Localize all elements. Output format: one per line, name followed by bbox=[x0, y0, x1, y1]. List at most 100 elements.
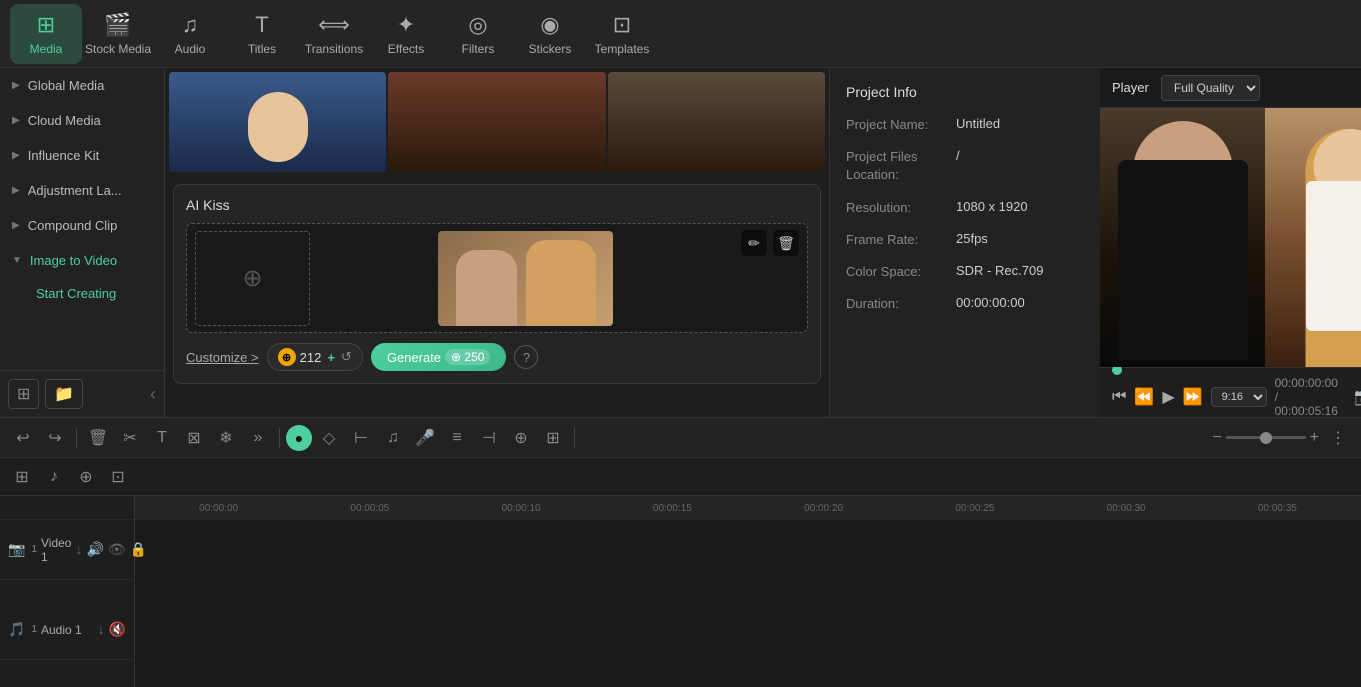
credit-icon: ⊕ bbox=[278, 348, 296, 366]
resolution-label: Resolution: bbox=[846, 199, 956, 217]
zoom-slider[interactable] bbox=[1226, 436, 1306, 439]
more-button[interactable]: » bbox=[243, 423, 273, 453]
ruler-mark-6: 00:00:30 bbox=[1051, 503, 1202, 514]
sidebar-item-compound-clip[interactable]: ▶ Compound Clip bbox=[0, 208, 164, 243]
sidebar-compound-label: Compound Clip bbox=[28, 218, 118, 233]
paste-button[interactable]: ⊞ bbox=[538, 423, 568, 453]
zoom-in-button[interactable]: + bbox=[1310, 429, 1319, 447]
sidebar-item-image-to-video[interactable]: ▼ Image to Video bbox=[0, 243, 164, 278]
redo-button[interactable]: ↪ bbox=[40, 423, 70, 453]
snap-button[interactable]: ● bbox=[286, 425, 312, 451]
edit-button[interactable]: ✏ bbox=[741, 230, 767, 256]
quality-select[interactable]: Full Quality bbox=[1161, 75, 1260, 101]
text-button[interactable]: T bbox=[147, 423, 177, 453]
audio-import-icon[interactable]: ↓ bbox=[98, 621, 105, 638]
frame-back-button[interactable]: ⏪ bbox=[1134, 387, 1154, 407]
delete-button[interactable]: 🗑 bbox=[773, 230, 799, 256]
media-content: AI Kiss ⊕ ✏ 🗑 Customize > ⊕ bbox=[165, 68, 830, 417]
delete-button[interactable]: 🗑 bbox=[83, 423, 113, 453]
ai-source-slot-1[interactable]: ⊕ bbox=[195, 231, 310, 326]
skip-back-button[interactable]: ⏮ bbox=[1112, 388, 1126, 406]
add-video-track-button[interactable]: ⊞ bbox=[8, 463, 36, 491]
sidebar-bottom: ⊞ 📁 ‹ bbox=[0, 370, 164, 417]
toolbar-audio[interactable]: ♫ Audio bbox=[154, 4, 226, 64]
sidebar-item-influence-kit[interactable]: ▶ Influence Kit bbox=[0, 138, 164, 173]
arrow-icon: ▶ bbox=[12, 80, 20, 91]
time-display: 00:00:00:00 / 00:00:05:16 bbox=[1275, 376, 1338, 418]
toolbar-titles[interactable]: T Titles bbox=[226, 4, 298, 64]
import-file-button[interactable]: ⊞ bbox=[8, 379, 39, 409]
toolbar-stock-media[interactable]: 🎬 Stock Media bbox=[82, 4, 154, 64]
import-folder-button[interactable]: 📁 bbox=[45, 379, 83, 409]
toolbar-templates[interactable]: ⊡ Templates bbox=[586, 4, 658, 64]
track-mute-icon[interactable]: 🔊 bbox=[86, 541, 103, 558]
ruler-mark-5: 00:00:25 bbox=[899, 503, 1050, 514]
filters-icon: ◎ bbox=[468, 12, 487, 38]
media-thumb-2[interactable] bbox=[388, 72, 605, 172]
project-info-panel: Project Info Project Name: Untitled Proj… bbox=[830, 68, 1100, 417]
camera-icon: 📷 bbox=[8, 541, 25, 558]
undo-button[interactable]: ↩ bbox=[8, 423, 38, 453]
ruler-mark-4: 00:00:20 bbox=[748, 503, 899, 514]
toolbar-media[interactable]: ⊞ Media bbox=[10, 4, 82, 64]
split-audio-button[interactable]: ⊣ bbox=[474, 423, 504, 453]
sidebar-item-adjustment[interactable]: ▶ Adjustment La... bbox=[0, 173, 164, 208]
play-button[interactable]: ▶ bbox=[1162, 387, 1174, 407]
arrow-icon: ▶ bbox=[12, 220, 20, 231]
crop-button[interactable]: ⊠ bbox=[179, 423, 209, 453]
zoom-more-button[interactable]: ⋮ bbox=[1323, 423, 1353, 453]
help-button[interactable]: ? bbox=[514, 345, 538, 369]
resolution-row: Resolution: 1080 x 1920 bbox=[846, 199, 1084, 217]
sidebar-start-creating[interactable]: Start Creating bbox=[0, 278, 164, 309]
add-mixed-track-button[interactable]: ⊕ bbox=[72, 463, 100, 491]
screenshot-icon[interactable]: 📷 bbox=[1354, 387, 1361, 407]
stickers-icon: ◉ bbox=[540, 12, 559, 38]
media-icon: ⊞ bbox=[37, 12, 55, 38]
duration-row: Duration: 00:00:00:00 bbox=[846, 295, 1084, 313]
keyframe-button[interactable]: ◇ bbox=[314, 423, 344, 453]
collapse-sidebar-button[interactable]: ‹ bbox=[150, 379, 156, 409]
toolbar-stickers[interactable]: ◉ Stickers bbox=[514, 4, 586, 64]
freeze-button[interactable]: ❄ bbox=[211, 423, 241, 453]
trim-button[interactable]: ⊢ bbox=[346, 423, 376, 453]
cut-button[interactable]: ✂ bbox=[115, 423, 145, 453]
toolbar-separator-2 bbox=[279, 428, 280, 448]
player-extra-controls: 📷 🔊 ⤢ bbox=[1354, 387, 1361, 407]
track-import-icon[interactable]: ↓ bbox=[75, 541, 82, 558]
ruler-mark-1: 00:00:05 bbox=[294, 503, 445, 514]
media-thumb-1[interactable] bbox=[169, 72, 386, 172]
start-creating-label: Start Creating bbox=[36, 286, 116, 301]
duration-label: Duration: bbox=[846, 295, 956, 313]
credit-badge: ⊕ 212 + ↺ bbox=[267, 343, 363, 371]
toolbar-transitions[interactable]: ⟺ Transitions bbox=[298, 4, 370, 64]
copy-button[interactable]: ⊕ bbox=[506, 423, 536, 453]
media-thumb-3[interactable] bbox=[608, 72, 825, 172]
caption-button[interactable]: ≡ bbox=[442, 423, 472, 453]
toolbar-effects-label: Effects bbox=[388, 42, 424, 56]
sidebar-cloud-label: Cloud Media bbox=[28, 113, 101, 128]
color-space-value: SDR - Rec.709 bbox=[956, 263, 1043, 281]
ai-kiss-footer: Customize > ⊕ 212 + ↺ Generate ⊕ 250 ? bbox=[186, 343, 808, 371]
audio-sync-button[interactable]: ♫ bbox=[378, 423, 408, 453]
frame-forward-button[interactable]: ⏩ bbox=[1183, 387, 1203, 407]
sidebar-item-global-media[interactable]: ▶ Global Media bbox=[0, 68, 164, 103]
arrow-icon: ▶ bbox=[12, 150, 20, 161]
audio-mute-icon[interactable]: 🔇 bbox=[109, 621, 126, 638]
zoom-out-button[interactable]: − bbox=[1212, 429, 1221, 447]
credit-plus-icon[interactable]: + bbox=[327, 350, 335, 365]
aspect-ratio-select[interactable]: 9:16 bbox=[1211, 387, 1267, 407]
ai-kiss-section: AI Kiss ⊕ ✏ 🗑 Customize > ⊕ bbox=[173, 184, 821, 384]
toolbar-effects[interactable]: ✦ Effects bbox=[370, 4, 442, 64]
sidebar-item-cloud-media[interactable]: ▶ Cloud Media bbox=[0, 103, 164, 138]
add-compound-button[interactable]: ⊡ bbox=[104, 463, 132, 491]
generate-button[interactable]: Generate ⊕ 250 bbox=[371, 343, 507, 371]
project-files-label: Project Files Location: bbox=[846, 148, 956, 184]
project-name-row: Project Name: Untitled bbox=[846, 116, 1084, 134]
toolbar-filters-label: Filters bbox=[462, 42, 495, 56]
add-audio-track-button[interactable]: ♪ bbox=[40, 463, 68, 491]
refresh-icon[interactable]: ↺ bbox=[341, 349, 352, 365]
track-eye-icon[interactable]: 👁 bbox=[108, 541, 126, 558]
toolbar-filters[interactable]: ◎ Filters bbox=[442, 4, 514, 64]
mic-button[interactable]: 🎤 bbox=[410, 423, 440, 453]
customize-button[interactable]: Customize > bbox=[186, 350, 259, 365]
